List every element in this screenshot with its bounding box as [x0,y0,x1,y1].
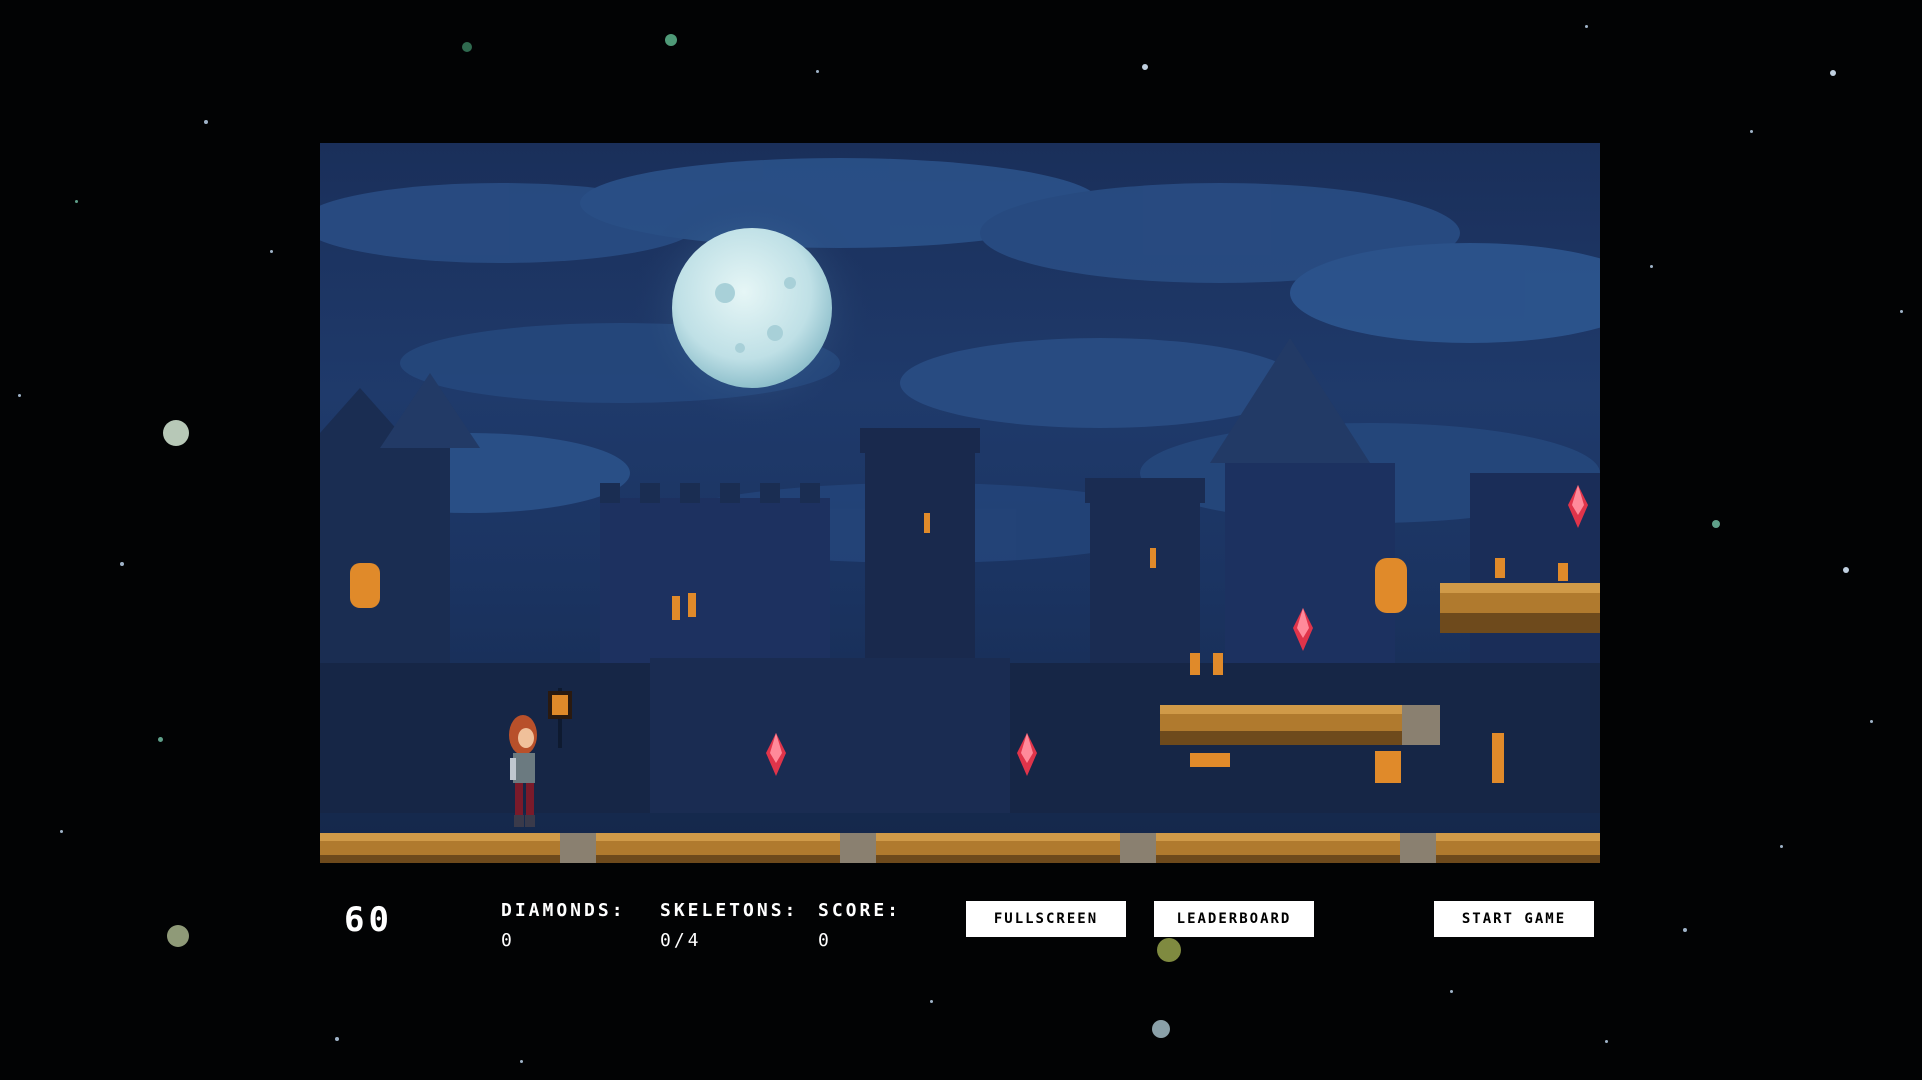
diamonds-label: DIAMONDS: [501,900,626,921]
star [816,70,819,73]
star [18,394,21,397]
star [204,120,208,124]
star [1683,928,1687,932]
score-stat: SCORE: 0 [818,896,901,956]
star [270,250,273,253]
moon-icon [672,228,832,388]
star [1900,310,1903,313]
start-game-button[interactable]: START GAME [1434,901,1594,937]
star [1142,64,1148,70]
skeletons-label: SKELETONS: [660,900,799,921]
star [1712,520,1720,528]
game-scene [320,158,1600,863]
skeletons-stat: SKELETONS: 0/4 [660,896,798,956]
score-label: SCORE: [818,900,902,921]
score-value: 0 [818,930,832,951]
hud-bar: 60 DIAMONDS: 0 SKELETONS: 0/4 SCORE: 0 F… [320,880,1600,960]
leaderboard-button[interactable]: LEADERBOARD [1154,901,1314,937]
game-canvas[interactable] [320,143,1600,863]
star [1780,845,1783,848]
fps-counter: 60 [344,900,393,940]
ground-floor [320,833,1600,863]
star [665,34,677,46]
star [462,42,472,52]
star [1152,1020,1170,1038]
star [158,737,163,742]
star [163,420,189,446]
star [120,562,124,566]
star [75,200,78,203]
fullscreen-button[interactable]: FULLSCREEN [966,901,1126,937]
star [1605,1040,1608,1043]
game-page: 60 DIAMONDS: 0 SKELETONS: 0/4 SCORE: 0 F… [0,0,1922,1080]
star [1450,990,1453,993]
star [167,925,189,947]
diamonds-value: 0 [501,930,515,951]
star [1750,130,1753,133]
skeletons-value: 0/4 [660,930,702,951]
stone-platform-upper [1440,583,1600,633]
star [335,1037,339,1041]
star [930,1000,933,1003]
star [520,1060,523,1063]
diamonds-stat: DIAMONDS: 0 [501,896,626,956]
star [1830,70,1836,76]
star [1650,265,1653,268]
star [1585,25,1588,28]
star [1870,720,1873,723]
star [60,830,63,833]
star [1843,567,1849,573]
stone-platform-middle [1160,705,1440,745]
